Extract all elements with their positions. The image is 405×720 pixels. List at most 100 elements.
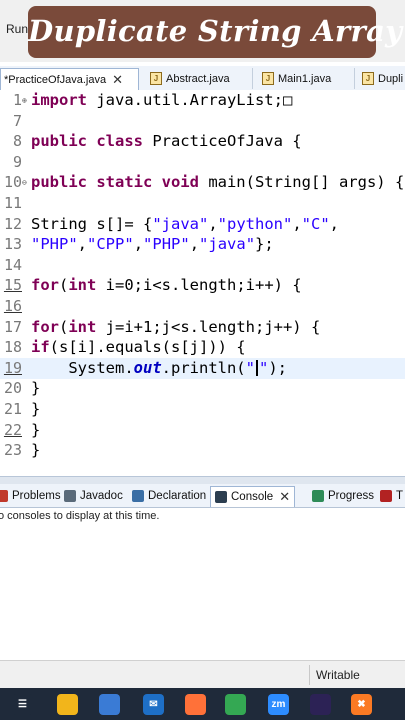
editor-tab-bar: *PracticeOfJava.java ✕ J Abstract.java J… xyxy=(0,66,405,91)
line-number: 20 xyxy=(3,379,22,398)
tab-javadoc[interactable]: Javadoc xyxy=(64,486,123,506)
tab-label: *PracticeOfJava.java xyxy=(4,74,107,86)
task-view-icon[interactable]: ☰ xyxy=(12,694,33,715)
code-line[interactable]: 18 if(s[i].equals(s[j])) { xyxy=(0,337,405,358)
line-number: 15 xyxy=(3,276,22,295)
code-line[interactable]: 11 xyxy=(0,193,405,214)
code-line[interactable]: 22} xyxy=(0,420,405,441)
close-icon[interactable]: ✕ xyxy=(279,489,290,505)
windows-taskbar: ☰ ✉ zm ✖ xyxy=(0,688,405,720)
tab-label: Problems xyxy=(12,490,61,502)
tab-abstract[interactable]: J Abstract.java xyxy=(146,68,253,89)
code-line[interactable]: 17 for(int j=i+1;j<s.length;j++) { xyxy=(0,317,405,338)
code-line[interactable]: 19 System.out.println(" "); xyxy=(0,357,405,379)
fold-toggle-icon[interactable]: ⊕ xyxy=(22,90,27,111)
banner-title: Duplicate String Array xyxy=(28,14,403,48)
code-line[interactable]: 16 xyxy=(0,296,405,317)
tab-label: Dupli xyxy=(378,72,404,85)
run-menu[interactable]: Run xyxy=(6,22,28,36)
java-file-icon: J xyxy=(262,72,274,85)
tab-dupli[interactable]: J Dupli xyxy=(358,68,405,89)
tab-label: Console xyxy=(231,491,274,503)
code-text: } xyxy=(31,379,41,398)
tab-declaration[interactable]: Declaration xyxy=(132,486,206,506)
code-line[interactable]: 1 ⊕ import java.util.ArrayList;□ xyxy=(0,90,405,111)
code-line[interactable]: 14 xyxy=(0,255,405,276)
tab-label: Progress xyxy=(328,490,375,502)
code-line[interactable]: 10 ⊖ public static void main(String[] args… xyxy=(0,172,405,193)
java-file-icon: J xyxy=(150,72,162,85)
line-number: 21 xyxy=(3,400,22,418)
tab-terminal[interactable]: T xyxy=(380,486,403,506)
bottom-panel-tabs: Problems Javadoc Declaration Console ✕ P… xyxy=(0,484,405,508)
line-number: 13 xyxy=(3,235,22,254)
zoom-icon[interactable]: zm xyxy=(268,694,289,715)
status-divider xyxy=(309,665,310,685)
tab-label: Abstract.java xyxy=(166,72,230,85)
code-text: } xyxy=(31,441,41,460)
firefox-icon[interactable] xyxy=(185,694,206,715)
javadoc-icon xyxy=(64,490,76,502)
tab-label: T xyxy=(396,490,404,502)
problems-icon xyxy=(0,490,8,502)
chrome-icon[interactable] xyxy=(225,694,246,715)
xampp-icon[interactable]: ✖ xyxy=(351,694,372,715)
store-icon[interactable] xyxy=(99,694,120,715)
code-text: System.out.println(" "); xyxy=(31,358,288,377)
tab-practiceofjava[interactable]: *PracticeOfJava.java ✕ xyxy=(0,68,139,91)
console-icon xyxy=(215,491,227,503)
line-number: 9 xyxy=(12,152,22,171)
java-file-icon: J xyxy=(362,72,374,85)
code-text: public static void main(String[] args) { xyxy=(31,173,405,192)
line-number: 22 xyxy=(3,420,22,439)
tab-label: Declaration xyxy=(148,490,207,502)
code-text: if(s[i].equals(s[j])) { xyxy=(31,338,246,357)
code-line[interactable]: 12 String s[]= {"java","python","C", xyxy=(0,214,405,235)
mail-icon[interactable]: ✉ xyxy=(143,694,164,715)
tab-problems[interactable]: Problems xyxy=(0,486,61,506)
line-number: 18 xyxy=(3,338,22,357)
line-number: 12 xyxy=(3,214,22,233)
eclipse-icon[interactable] xyxy=(310,694,331,715)
code-text: String s[]= {"java","python","C", xyxy=(31,214,340,233)
code-text: } xyxy=(31,400,41,418)
console-view[interactable] xyxy=(0,508,405,658)
code-line[interactable]: 23} xyxy=(0,440,405,461)
line-number: 19 xyxy=(3,358,22,377)
code-line[interactable]: 21} xyxy=(0,399,405,420)
line-number: 17 xyxy=(3,317,22,336)
tab-main1[interactable]: J Main1.java xyxy=(258,68,355,89)
code-line[interactable]: 20} xyxy=(0,378,405,399)
code-text: import java.util.ArrayList;□ xyxy=(31,91,293,109)
code-text: for(int j=i+1;j<s.length;j++) { xyxy=(31,317,321,336)
declaration-icon xyxy=(132,490,144,502)
code-line[interactable]: 7 xyxy=(0,111,405,132)
code-line[interactable]: 8 public class PracticeOfJava { xyxy=(0,131,405,152)
code-text: for(int i=0;i<s.length;i++) { xyxy=(31,276,302,295)
tab-label: Main1.java xyxy=(278,72,332,85)
status-writable: Writable xyxy=(316,668,360,682)
top-menu-bar: Run Duplicate String Array xyxy=(0,0,405,62)
code-text: public class PracticeOfJava { xyxy=(31,132,302,151)
code-line[interactable]: 15 for(int i=0;i<s.length;i++) { xyxy=(0,275,405,296)
line-number: 7 xyxy=(12,111,22,130)
tab-label: Javadoc xyxy=(80,490,123,502)
code-text: } xyxy=(31,420,41,439)
console-message: o consoles to display at this time. xyxy=(0,510,160,522)
fold-toggle-icon[interactable]: ⊖ xyxy=(22,172,27,193)
progress-icon xyxy=(312,490,324,502)
line-number: 11 xyxy=(3,194,22,212)
tab-console[interactable]: Console ✕ xyxy=(210,486,296,507)
line-number: 23 xyxy=(3,441,22,460)
line-number: 16 xyxy=(3,297,22,315)
tab-progress[interactable]: Progress xyxy=(312,486,374,506)
code-text: "PHP","CPP","PHP","java"}; xyxy=(31,235,274,254)
code-editor[interactable]: 1 ⊕ import java.util.ArrayList;□ 7 8 public c… xyxy=(0,90,405,462)
code-line[interactable]: 13 "PHP","CPP","PHP","java"}; xyxy=(0,234,405,255)
line-number: 8 xyxy=(12,132,22,151)
close-icon[interactable]: ✕ xyxy=(112,72,123,88)
code-line[interactable]: 9 xyxy=(0,152,405,173)
file-explorer-icon[interactable] xyxy=(57,694,78,715)
line-number: 10 xyxy=(3,173,22,192)
line-number: 14 xyxy=(3,255,22,274)
